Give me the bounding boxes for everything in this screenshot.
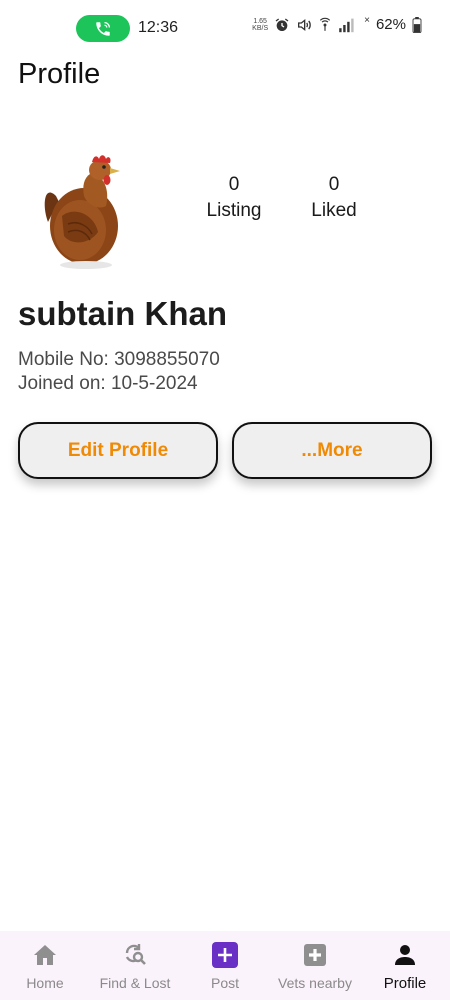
medical-cross-icon (304, 944, 326, 966)
battery-icon (412, 16, 422, 33)
add-post-icon (212, 942, 238, 968)
home-icon (34, 945, 56, 965)
network-speed-value: 1.65 (253, 17, 267, 25)
liked-count: 0 (328, 174, 340, 195)
listing-label: Listing (206, 200, 262, 221)
network-speed-unit: KB/S (252, 24, 269, 32)
listing-count: 0 (228, 174, 240, 195)
battery-percentage: 62% (375, 16, 406, 33)
alarm-icon (275, 17, 289, 31)
status-time: 12:36 (138, 19, 179, 36)
nav-profile-label: Profile (383, 975, 427, 992)
status-icons: 1.65 KB/S × 62% (252, 15, 422, 33)
profile-avatar[interactable] (34, 144, 136, 274)
status-bar: 12:36 1.65 KB/S × 62% (0, 0, 450, 56)
nav-find-lost-label: Find & Lost (99, 975, 171, 991)
no-data-icon: × (364, 15, 370, 26)
nav-home-label: Home (26, 975, 64, 991)
ongoing-call-pill[interactable] (76, 15, 130, 42)
network-speed: 1.65 KB/S (252, 18, 268, 32)
page-title: Profile (18, 58, 101, 90)
mobile-number: Mobile No: 3098855070 (18, 349, 220, 370)
nav-profile[interactable]: Profile (360, 931, 450, 1000)
more-button[interactable]: ...More (232, 422, 432, 479)
listing-stat[interactable]: 0 Listing (189, 174, 279, 226)
volume-icon (298, 18, 311, 31)
nav-home[interactable]: Home (0, 931, 90, 1000)
find-lost-icon (125, 944, 146, 965)
liked-label: Liked (311, 200, 357, 221)
nav-vets-nearby[interactable]: Vets nearby (270, 931, 360, 1000)
signal-icon (339, 18, 354, 32)
edit-profile-button[interactable]: Edit Profile (18, 422, 218, 479)
joined-date: Joined on: 10-5-2024 (18, 373, 198, 394)
wifi-hotspot-icon (320, 17, 331, 31)
phone-call-icon (96, 21, 111, 36)
liked-stat[interactable]: 0 Liked (289, 174, 379, 226)
nav-find-lost[interactable]: Find & Lost (90, 931, 180, 1000)
nav-post-label: Post (210, 975, 239, 991)
user-name: subtain Khan (18, 295, 228, 332)
person-icon (395, 945, 415, 965)
bottom-navigation: Home Find & Lost Post Vets nearby Profil… (0, 931, 450, 1000)
nav-post[interactable]: Post (180, 931, 270, 1000)
chicken-photo-icon (34, 144, 136, 274)
nav-vets-nearby-label: Vets nearby (278, 975, 352, 991)
